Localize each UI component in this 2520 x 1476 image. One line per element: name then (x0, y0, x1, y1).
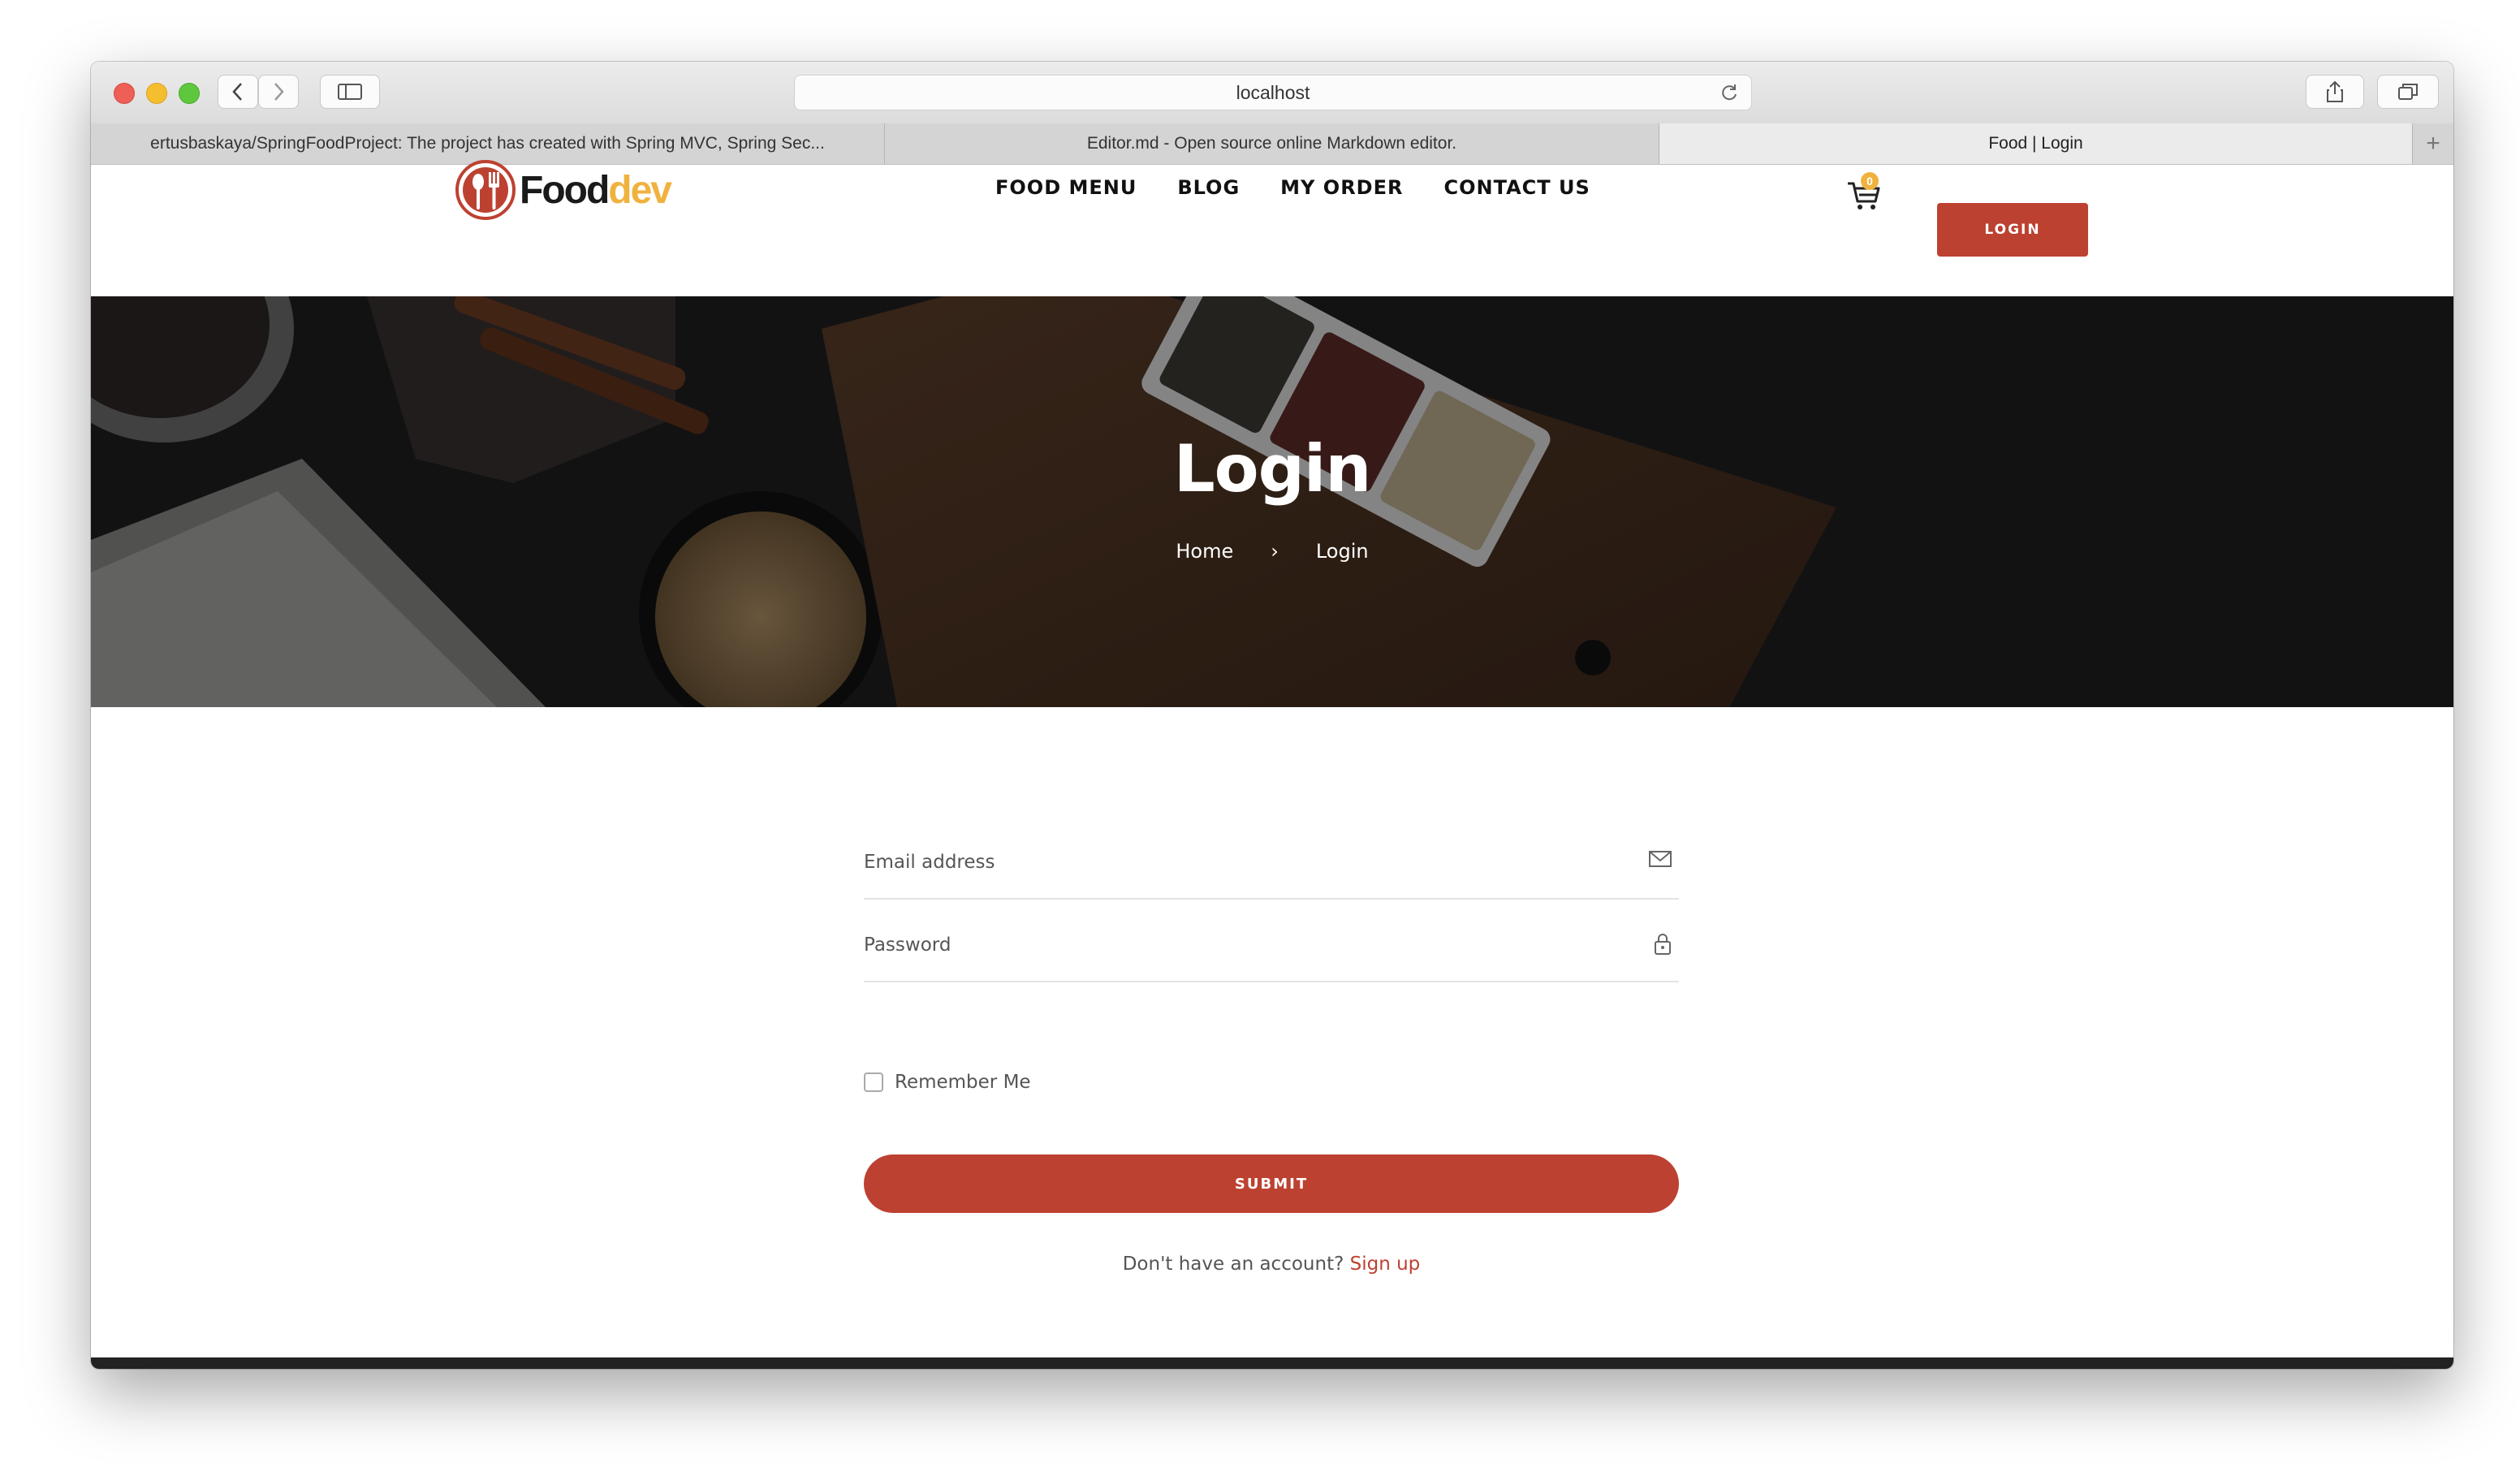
browser-window: localhost ertusbaskaya/SpringFoodProject… (91, 62, 2453, 1369)
page-title: Login (1173, 431, 1372, 507)
forward-button[interactable] (258, 75, 299, 109)
zoom-window-button[interactable] (179, 83, 200, 104)
lock-icon (1655, 934, 1671, 955)
signup-prompt-text: Don't have an account? (1122, 1254, 1350, 1275)
site-logo[interactable]: Fooddev (455, 159, 672, 221)
sidebar-icon (338, 84, 362, 100)
remember-me-checkbox[interactable] (864, 1072, 883, 1092)
tab-springfoodproject[interactable]: ertusbaskaya/SpringFoodProject: The proj… (91, 123, 885, 164)
sidebar-toggle-button[interactable] (320, 75, 380, 109)
cart-count-badge: 0 (1861, 172, 1879, 190)
submit-button[interactable]: SUBMIT (864, 1154, 1679, 1213)
back-button[interactable] (218, 75, 258, 109)
email-field-wrapper (864, 817, 1679, 900)
password-field-wrapper (864, 900, 1679, 982)
share-icon (2327, 80, 2343, 102)
nav-contact-us[interactable]: CONTACT US (1443, 176, 1590, 199)
close-window-button[interactable] (114, 83, 135, 104)
tab-food-login[interactable]: Food | Login (1659, 123, 2413, 164)
reload-icon[interactable] (1719, 82, 1740, 103)
login-form: Remember Me SUBMIT Don't have an account… (864, 817, 1679, 1275)
browser-toolbar: localhost (91, 62, 2453, 124)
nav-my-order[interactable]: MY ORDER (1280, 176, 1403, 199)
signup-link[interactable]: Sign up (1350, 1254, 1421, 1275)
chevron-right-icon (274, 83, 284, 101)
tab-editor-md[interactable]: Editor.md - Open source online Markdown … (885, 123, 1659, 164)
remember-me-label[interactable]: Remember Me (895, 1072, 1031, 1093)
logo-food-text: Food (520, 168, 610, 212)
tab-label: Food | Login (1988, 134, 2083, 153)
breadcrumb-current: Login (1315, 540, 1369, 563)
address-bar[interactable]: localhost (794, 75, 1752, 110)
footer-bar (91, 1357, 2453, 1369)
plus-icon: + (2426, 130, 2440, 157)
cart-button[interactable]: 0 (1846, 172, 1882, 215)
login-button[interactable]: LOGIN (1937, 203, 2088, 257)
hero-banner: Login Home › Login (91, 296, 2453, 707)
remember-me-row: Remember Me (864, 1072, 1031, 1093)
breadcrumb: Home › Login (91, 540, 2453, 563)
main-nav: FOOD MENU BLOG MY ORDER CONTACT US (995, 176, 1590, 199)
chevron-left-icon (232, 83, 242, 101)
tab-label: ertusbaskaya/SpringFoodProject: The proj… (150, 134, 825, 153)
nav-food-menu[interactable]: FOOD MENU (995, 176, 1137, 199)
envelope-icon (1649, 851, 1672, 867)
logo-text: Fooddev (520, 168, 672, 213)
share-button[interactable] (2306, 75, 2364, 109)
tab-overview-button[interactable] (2377, 75, 2439, 109)
new-tab-button[interactable]: + (2413, 123, 2453, 164)
email-input[interactable] (864, 817, 1679, 898)
tab-bar: ertusbaskaya/SpringFoodProject: The proj… (91, 123, 2453, 165)
password-input[interactable] (864, 900, 1679, 981)
breadcrumb-separator-icon: › (1271, 540, 1279, 563)
url-text: localhost (1236, 81, 1310, 103)
fork-spoon-logo-icon (455, 160, 516, 220)
tabs-icon (2398, 84, 2418, 100)
minimize-window-button[interactable] (146, 83, 167, 104)
tab-label: Editor.md - Open source online Markdown … (1086, 134, 1457, 153)
signup-prompt-row: Don't have an account? Sign up (864, 1254, 1679, 1275)
nav-blog[interactable]: BLOG (1177, 176, 1240, 199)
logo-dev-text: dev (608, 168, 672, 212)
breadcrumb-home[interactable]: Home (1176, 540, 1233, 563)
